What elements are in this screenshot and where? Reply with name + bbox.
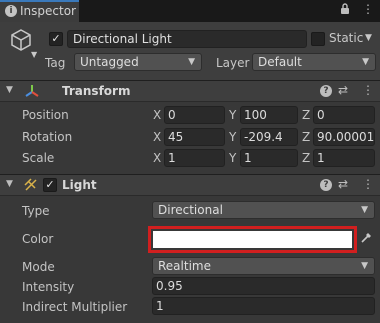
type-dropdown[interactable]: Directional ▼: [152, 201, 375, 219]
mode-dropdown[interactable]: Realtime ▼: [152, 257, 375, 275]
icon-dropdown-arrow-icon[interactable]: ▼: [31, 50, 37, 59]
tab-label: Inspector: [20, 4, 76, 18]
color-highlight-box: [148, 226, 357, 253]
position-z-label[interactable]: Z: [302, 108, 310, 122]
scale-z-input[interactable]: 1: [313, 149, 375, 167]
scale-y-label[interactable]: Y: [229, 151, 236, 165]
color-swatch[interactable]: [153, 231, 352, 248]
transform-axis-icon: [24, 83, 40, 102]
position-y-input[interactable]: 100: [240, 106, 298, 124]
presets-icon[interactable]: ⇄: [338, 83, 348, 97]
kebab-menu-icon[interactable]: ⋮: [362, 177, 374, 191]
tag-label: Tag: [45, 56, 66, 70]
scale-y-input[interactable]: 1: [240, 149, 298, 167]
kebab-menu-icon[interactable]: ⋮: [362, 83, 374, 97]
type-label: Type: [22, 204, 50, 218]
static-dropdown-arrow-icon[interactable]: ▼: [365, 33, 372, 43]
light-icon: [24, 178, 38, 195]
position-y-label[interactable]: Y: [229, 108, 236, 122]
rotation-y-input[interactable]: -209.4: [240, 128, 298, 146]
light-enabled-checkbox[interactable]: ✓: [43, 178, 57, 192]
chevron-down-icon: ▼: [361, 205, 368, 215]
static-checkbox[interactable]: [311, 32, 325, 46]
static-label: Static: [329, 31, 364, 45]
foldout-arrow-icon[interactable]: ▼: [6, 179, 13, 189]
foldout-arrow-icon[interactable]: ▼: [6, 85, 13, 95]
kebab-menu-icon[interactable]: ⋮: [362, 2, 374, 16]
chevron-down-icon: ▼: [361, 261, 368, 271]
tab-inspector[interactable]: i Inspector: [0, 0, 79, 22]
rotation-label: Rotation: [22, 130, 73, 144]
position-z-input[interactable]: 0: [313, 106, 375, 124]
gameobject-cube-icon: [10, 28, 32, 55]
scale-label: Scale: [22, 151, 55, 165]
chevron-down-icon: ▼: [362, 57, 369, 67]
color-label: Color: [22, 232, 54, 246]
scale-x-input[interactable]: 1: [164, 149, 225, 167]
rotation-x-label[interactable]: X: [153, 130, 161, 144]
scale-x-label[interactable]: X: [153, 151, 161, 165]
scale-z-label[interactable]: Z: [302, 151, 310, 165]
mode-value: Realtime: [158, 259, 211, 273]
indirect-multiplier-label: Indirect Multiplier: [22, 300, 128, 314]
help-icon[interactable]: ?: [320, 85, 332, 97]
tag-value: Untagged: [80, 55, 139, 69]
rotation-x-input[interactable]: 45: [164, 128, 225, 146]
position-x-label[interactable]: X: [153, 108, 161, 122]
layer-label: Layer: [216, 56, 250, 70]
mode-label: Mode: [22, 260, 55, 274]
presets-icon[interactable]: ⇄: [338, 177, 348, 191]
position-x-input[interactable]: 0: [164, 106, 225, 124]
layer-dropdown[interactable]: Default ▼: [252, 53, 376, 71]
type-value: Directional: [158, 203, 223, 217]
rotation-z-input[interactable]: 90.00001: [313, 128, 375, 146]
chevron-down-icon: ▼: [188, 57, 195, 67]
position-label: Position: [22, 108, 69, 122]
intensity-label: Intensity: [22, 280, 75, 294]
light-title: Light: [62, 178, 97, 192]
eyedropper-icon[interactable]: [360, 231, 373, 247]
rotation-z-label[interactable]: Z: [302, 130, 310, 144]
indirect-multiplier-input[interactable]: 1: [152, 297, 375, 315]
active-checkbox[interactable]: ✓: [49, 32, 63, 46]
object-name-input[interactable]: Directional Light: [67, 30, 307, 48]
help-icon[interactable]: ?: [320, 179, 332, 191]
transform-header[interactable]: ▼ Transform ? ⇄ ⋮: [0, 80, 380, 102]
transform-title: Transform: [62, 84, 131, 98]
rotation-y-label[interactable]: Y: [229, 130, 236, 144]
lock-icon[interactable]: [340, 3, 350, 18]
intensity-input[interactable]: 0.95: [152, 277, 375, 295]
tag-dropdown[interactable]: Untagged ▼: [74, 53, 202, 71]
light-header[interactable]: ▼ ✓ Light ? ⇄ ⋮: [0, 174, 380, 196]
layer-value: Default: [258, 55, 302, 69]
info-icon: i: [5, 5, 17, 17]
